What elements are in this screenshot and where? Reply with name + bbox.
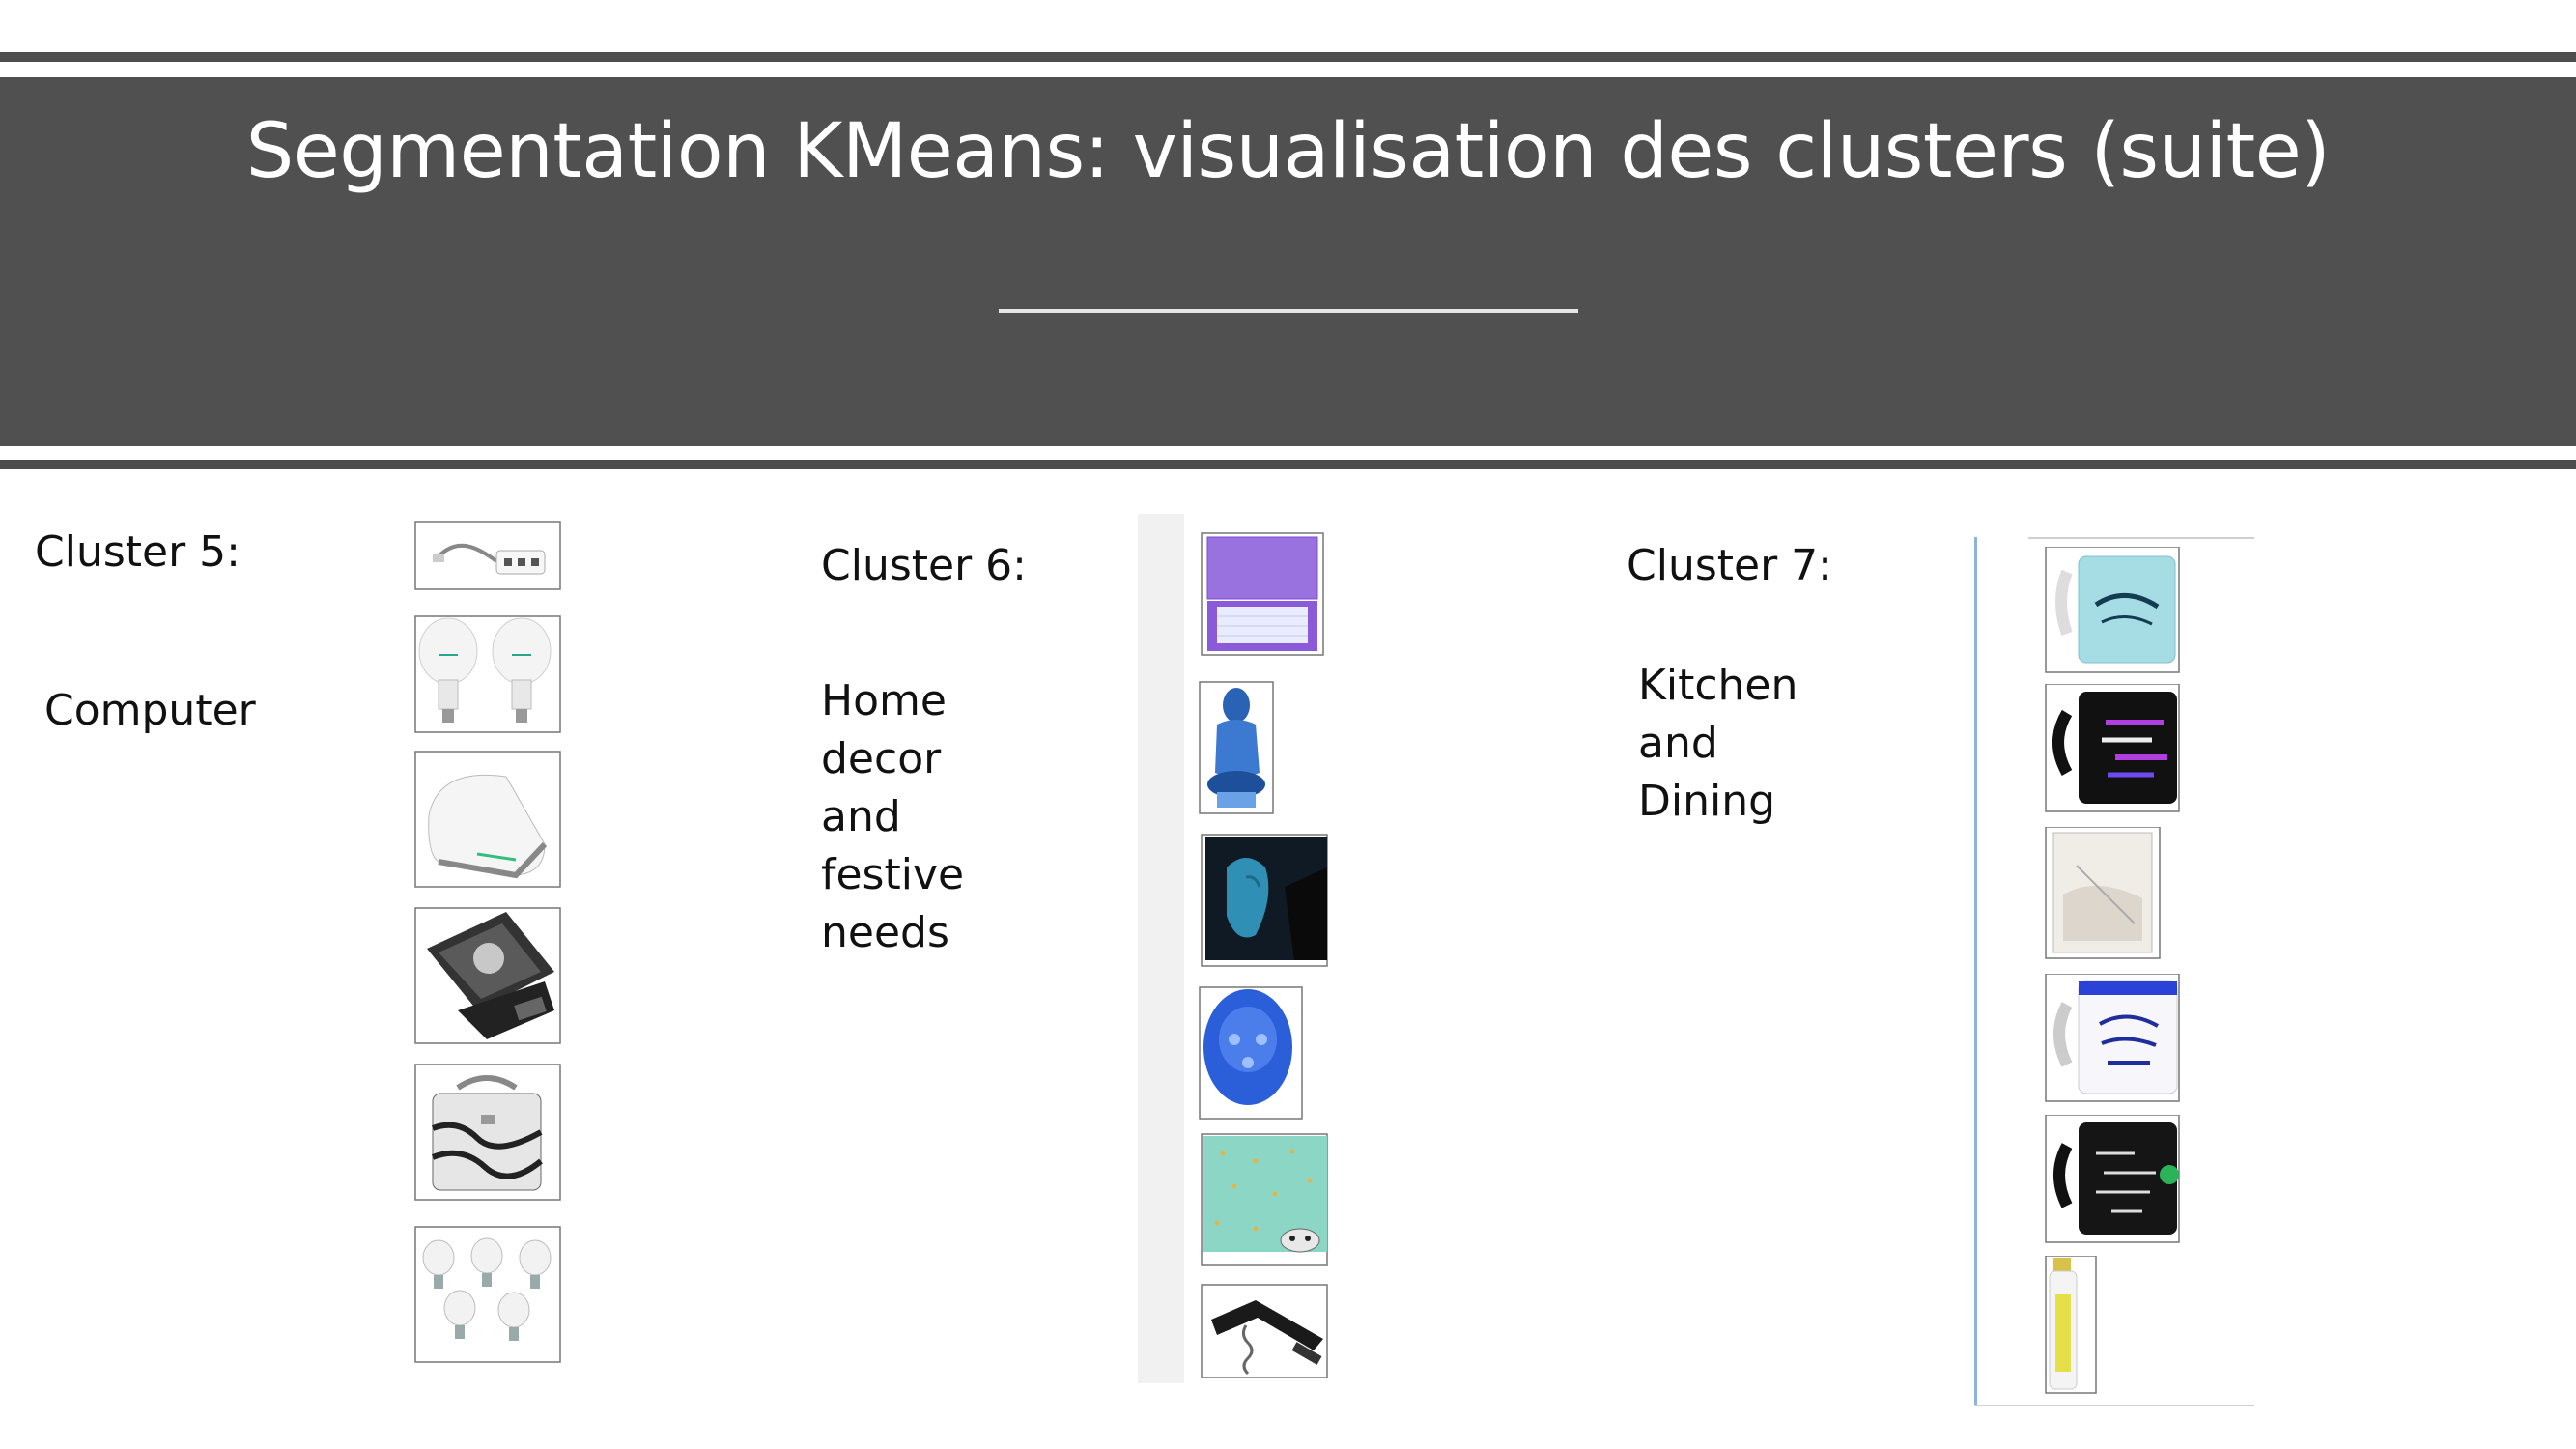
teal-pattern-icon	[1188, 1132, 1333, 1277]
title-underline	[999, 309, 1578, 313]
birthday-mug-icon	[2028, 974, 2183, 1109]
cluster-7-category: Kitchen and Dining	[1638, 657, 1798, 831]
cluster-7-column-bottom-line	[1974, 1405, 2254, 1406]
cluster-7-category-line: and	[1638, 719, 1718, 768]
cluster-6-category-line: decor	[821, 734, 942, 783]
tablet-keyboard-case-icon	[1188, 518, 1333, 663]
black-quote-mug-icon	[2028, 1115, 2183, 1250]
cluster-6-category-line: and	[821, 792, 901, 841]
cluster-6-category-line: Home	[821, 676, 947, 725]
cluster-7-category-line: Kitchen	[1638, 661, 1798, 710]
cluster-7-label: Cluster 7:	[1627, 541, 1832, 590]
cluster-7-column-top-line	[2028, 537, 2254, 539]
wifi-router-icon	[400, 748, 564, 893]
cluster-6-category: Home decor and festive needs	[821, 672, 964, 962]
cluster-6-image-column	[1138, 514, 1184, 1383]
cluster-7-category-line: Dining	[1638, 777, 1776, 826]
vanity-case-icon	[400, 1061, 564, 1206]
cluster-6-label: Cluster 6:	[821, 541, 1027, 590]
cluster-5-category: Computer	[44, 686, 256, 735]
buddha-tile-icon	[1188, 829, 1333, 974]
believe-mug-icon	[2028, 547, 2183, 682]
cluster-5-label: Cluster 5:	[35, 527, 241, 577]
black-mug-icon	[2028, 684, 2183, 819]
blue-bowl-icon	[1188, 981, 1333, 1126]
top-rule	[0, 52, 2576, 62]
bottom-rule	[0, 460, 2576, 469]
cluster-6-category-line: needs	[821, 908, 949, 957]
infuser-bottle-icon	[2028, 1256, 2183, 1401]
corkscrew-icon	[1188, 1281, 1333, 1397]
glass-tumbler-icon	[2028, 827, 2183, 962]
slide-title: Segmentation KMeans: visualisation des c…	[245, 108, 2331, 195]
cluster-7-column-divider	[1974, 537, 1977, 1406]
laptop-skin-icon	[400, 904, 564, 1049]
blue-statue-icon	[1188, 676, 1333, 821]
led-bulbs-icon	[400, 612, 564, 738]
usb-hub-icon	[400, 518, 564, 605]
cluster-6-category-line: festive	[821, 850, 965, 899]
bulb-pack-icon	[400, 1223, 564, 1368]
